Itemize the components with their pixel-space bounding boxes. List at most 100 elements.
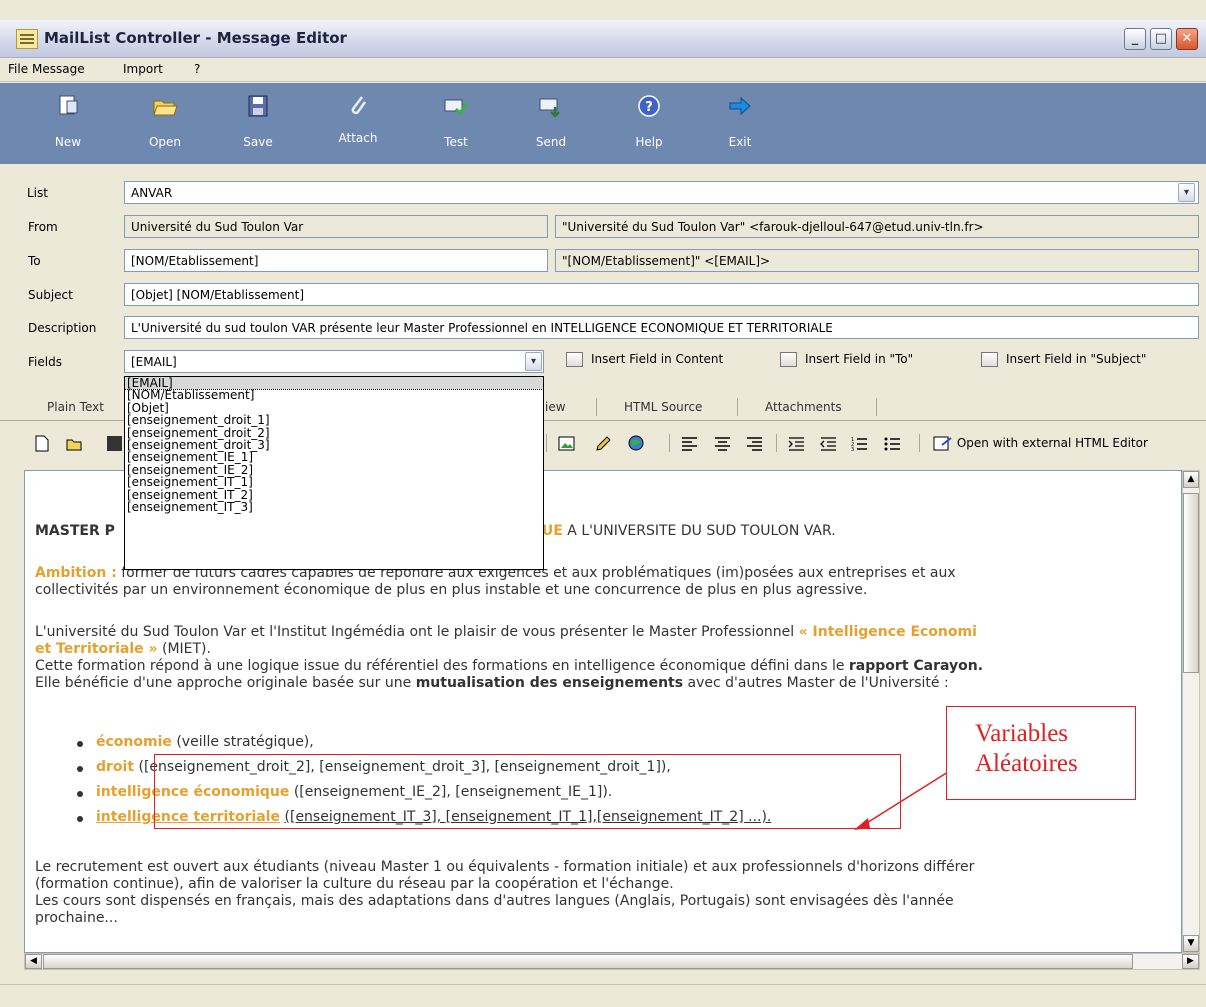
recruitment-line-3: Les cours sont dispensés en français, ma… [35, 893, 954, 909]
description-label: Description [28, 321, 97, 335]
bullet-dot [77, 791, 83, 797]
insert-field-content-button[interactable]: Insert Field in Content [566, 352, 723, 374]
align-left-icon[interactable] [681, 435, 699, 452]
tab-html-source[interactable]: HTML Source [624, 400, 702, 414]
save-button[interactable]: Save [223, 83, 293, 164]
send-button[interactable]: Send [516, 83, 586, 164]
fields-dropdown-icon[interactable]: ▾ [525, 352, 542, 371]
scroll-right-icon[interactable]: ▶ [1182, 954, 1199, 969]
horizontal-scroll-thumb[interactable] [43, 954, 1133, 969]
external-editor-icon [933, 436, 952, 451]
test-mail-icon [444, 99, 469, 116]
new-document-icon[interactable] [33, 435, 51, 452]
heading-start: MASTER P [35, 523, 115, 539]
insert-subject-icon [981, 352, 998, 367]
attach-label: Attach [338, 131, 378, 145]
exit-button[interactable]: Exit [705, 83, 775, 164]
list-dropdown-icon[interactable]: ▾ [1178, 183, 1195, 202]
scroll-left-icon[interactable]: ◀ [25, 954, 42, 969]
paperclip-icon [351, 96, 367, 115]
to-name-field[interactable]: [NOM/Etablissement] [124, 249, 548, 272]
app-icon [16, 29, 38, 49]
callout-line-1: Variables [975, 720, 1069, 747]
svg-text:?: ? [645, 100, 653, 115]
fields-select[interactable]: [EMAIL] [124, 350, 544, 373]
toolbar-separator [669, 434, 670, 452]
insert-image-icon[interactable] [558, 435, 576, 452]
tab-preview[interactable]: iew [545, 400, 566, 414]
from-address-field[interactable]: "Université du Sud Toulon Var" <farouk-d… [555, 215, 1199, 238]
external-editor-label: Open with external HTML Editor [956, 436, 1148, 450]
numbered-list-icon[interactable]: 123 [851, 435, 869, 452]
scroll-down-icon[interactable]: ▼ [1183, 935, 1199, 952]
toolbar-separator [776, 434, 777, 452]
list-item: intelligence économique ([enseignement_I… [96, 784, 613, 800]
annotation-callout: Variables Aléatoires [946, 706, 1136, 800]
recruitment-line-1: Le recrutement est ouvert aux étudiants … [35, 859, 975, 875]
vertical-scrollbar[interactable]: ▲ ▼ [1182, 470, 1200, 953]
save-label: Save [243, 135, 273, 149]
main-toolbar: New Open Save Attach Test Send ? Help Ex [0, 83, 1206, 164]
list-select[interactable]: ANVAR [124, 181, 1199, 204]
globe-link-icon[interactable] [628, 435, 646, 452]
menu-message[interactable]: Message [32, 62, 85, 76]
dropdown-option[interactable]: [enseignement_IT_3] [125, 501, 543, 514]
tab-attachments[interactable]: Attachments [765, 400, 842, 414]
dropdown-option[interactable]: [enseignement_droit_1] [125, 414, 543, 427]
heading-end: QUE A L'UNIVERSITE DU SUD TOULON VAR. [530, 523, 836, 539]
scroll-up-icon[interactable]: ▲ [1183, 471, 1199, 488]
open-button[interactable]: Open [130, 83, 200, 164]
scroll-thumb[interactable] [1183, 493, 1199, 673]
insert-content-label: Insert Field in Content [591, 352, 724, 366]
window-title: MailList Controller - Message Editor [44, 29, 347, 47]
help-label: Help [635, 135, 663, 149]
horizontal-scrollbar[interactable]: ◀ ▶ [24, 953, 1200, 970]
indent-icon[interactable] [788, 435, 806, 452]
fields-dropdown-list[interactable]: [EMAIL] [NOM/Etablissement] [Objet] [enseig… [124, 376, 544, 570]
from-name-field[interactable]: Université du Sud Toulon Var [124, 215, 548, 238]
close-button[interactable]: ✕ [1176, 28, 1198, 50]
paragraph-line-2: et Territoriale » (MIET). [35, 641, 211, 657]
bullet-dot [77, 766, 83, 772]
toolbar-separator [546, 434, 547, 452]
to-address-field[interactable]: "[NOM/Etablissement]" <[EMAIL]> [555, 249, 1199, 272]
insert-field-to-button[interactable]: Insert Field in "To" [780, 352, 913, 374]
exit-arrow-icon [729, 96, 751, 116]
menu-help[interactable]: ? [194, 62, 200, 76]
new-icon [59, 95, 78, 115]
align-right-icon[interactable] [746, 435, 764, 452]
save-file-icon[interactable] [106, 435, 124, 452]
maximize-button[interactable]: □ [1150, 28, 1172, 50]
outdent-icon[interactable] [820, 435, 838, 452]
help-button[interactable]: ? Help [614, 83, 684, 164]
send-mail-icon [539, 98, 560, 118]
fields-value: [EMAIL] [131, 355, 177, 369]
subject-field[interactable]: [Objet] [NOM/Etablissement] [124, 283, 1199, 306]
attach-button[interactable]: Attach [323, 83, 393, 164]
align-center-icon[interactable] [714, 435, 732, 452]
minimize-button[interactable]: _ [1124, 28, 1146, 50]
title-bar[interactable]: MailList Controller - Message Editor _ □… [0, 20, 1206, 58]
from-label: From [28, 220, 58, 234]
to-label: To [28, 254, 41, 268]
menu-import[interactable]: Import [123, 62, 163, 76]
toolbar-separator [919, 434, 920, 452]
recruitment-line-4: prochaine... [35, 910, 118, 926]
pencil-icon[interactable] [594, 435, 612, 452]
external-editor-button[interactable]: Open with external HTML Editor [933, 435, 1148, 452]
dropdown-option[interactable]: [enseignement_IT_1] [125, 476, 543, 489]
tab-separator [737, 398, 738, 416]
test-button[interactable]: Test [421, 83, 491, 164]
insert-subject-label: Insert Field in "Subject" [1006, 352, 1147, 366]
new-button[interactable]: New [33, 83, 103, 164]
dropdown-option[interactable]: [NOM/Etablissement] [125, 389, 543, 402]
dropdown-option[interactable]: [enseignement_IE_1] [125, 451, 543, 464]
help-icon: ? [638, 95, 660, 117]
bullet-dot [77, 816, 83, 822]
menu-file[interactable]: File [8, 62, 28, 76]
tab-plain-text[interactable]: Plain Text [47, 400, 104, 414]
description-field[interactable]: L'Université du sud toulon VAR présente … [124, 316, 1199, 339]
insert-field-subject-button[interactable]: Insert Field in "Subject" [981, 352, 1146, 374]
open-file-icon[interactable] [66, 435, 84, 452]
bullet-list-icon[interactable] [884, 435, 902, 452]
